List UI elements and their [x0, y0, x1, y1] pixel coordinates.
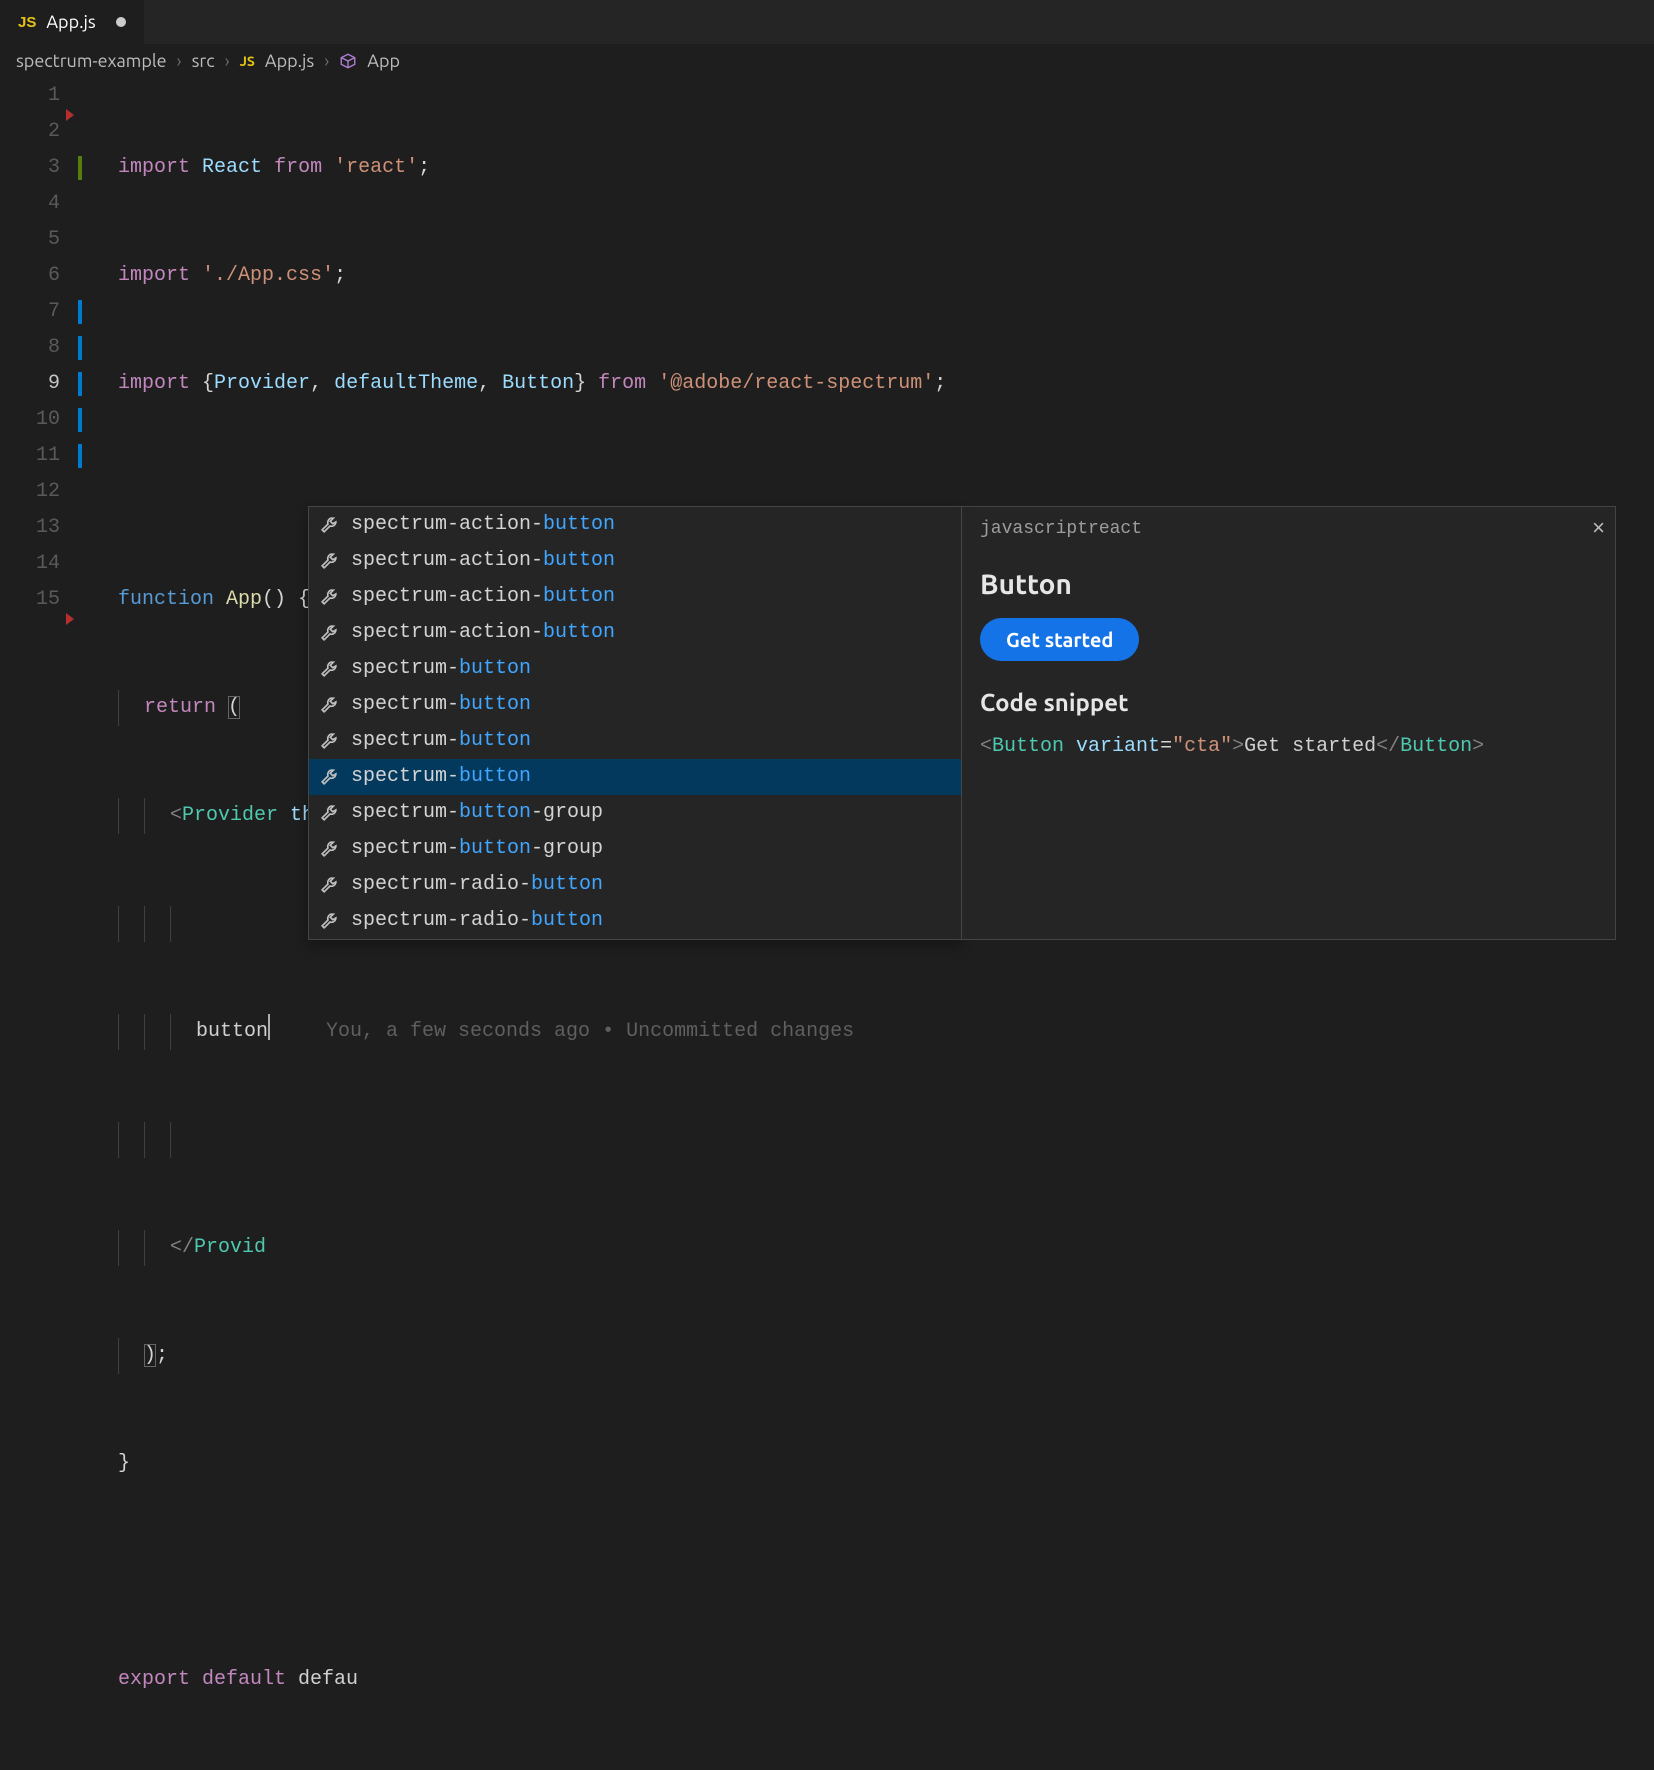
- gitlens-annotation: You, a few seconds ago • Uncommitted cha…: [326, 1020, 854, 1043]
- suggest-item-label: spectrum-radio-button: [351, 903, 603, 939]
- suggest-item-label: spectrum-action-button: [351, 543, 615, 579]
- wrench-icon: [319, 695, 339, 715]
- suggest-item[interactable]: spectrum-action-button: [309, 615, 961, 651]
- wrench-icon: [319, 587, 339, 607]
- wrench-icon: [319, 839, 339, 859]
- tab-appjs[interactable]: JS App.js: [0, 0, 145, 44]
- breadcrumb[interactable]: spectrum-example › src › JS App.js › App: [0, 44, 1654, 78]
- suggest-doc-panel: × javascriptreact Button Get started Cod…: [962, 506, 1616, 940]
- tab-bar: JS App.js: [0, 0, 1654, 44]
- chevron-right-icon: ›: [177, 51, 182, 71]
- suggest-item[interactable]: spectrum-button: [309, 723, 961, 759]
- doc-code-snippet: <Button variant="cta">Get started</Butto…: [980, 732, 1597, 762]
- breadcrumb-item[interactable]: src: [192, 51, 215, 71]
- suggest-item-label: spectrum-button-group: [351, 795, 603, 831]
- suggest-item-label: spectrum-button: [351, 723, 531, 759]
- wrench-icon: [319, 551, 339, 571]
- wrench-icon: [319, 875, 339, 895]
- suggest-item[interactable]: spectrum-action-button: [309, 507, 961, 543]
- wrench-icon: [319, 911, 339, 931]
- suggest-item-label: spectrum-button: [351, 651, 531, 687]
- suggest-item-label: spectrum-radio-button: [351, 867, 603, 903]
- suggest-item[interactable]: spectrum-action-button: [309, 579, 961, 615]
- wrench-icon: [319, 623, 339, 643]
- suggest-item[interactable]: spectrum-radio-button: [309, 867, 961, 903]
- text-cursor: [268, 1014, 270, 1040]
- doc-heading: Button: [980, 569, 1597, 600]
- breadcrumb-symbol[interactable]: App: [367, 51, 400, 71]
- autocomplete-popup: spectrum-action-buttonspectrum-action-bu…: [308, 506, 1616, 940]
- wrench-icon: [319, 767, 339, 787]
- suggest-item[interactable]: spectrum-button: [309, 759, 961, 795]
- breadcrumb-item[interactable]: spectrum-example: [16, 51, 167, 71]
- suggest-item-label: spectrum-action-button: [351, 615, 615, 651]
- cta-button[interactable]: Get started: [980, 618, 1139, 661]
- tab-language-badge: JS: [18, 14, 36, 31]
- wrench-icon: [319, 515, 339, 535]
- tab-modified-dot-icon: [116, 17, 126, 27]
- breadcrumb-file-badge: JS: [240, 53, 255, 69]
- doc-language: javascriptreact: [980, 519, 1597, 539]
- wrench-icon: [319, 731, 339, 751]
- suggest-item-label: spectrum-action-button: [351, 579, 615, 615]
- suggest-item[interactable]: spectrum-button-group: [309, 831, 961, 867]
- suggest-item-label: spectrum-button: [351, 687, 531, 723]
- wrench-icon: [319, 659, 339, 679]
- suggest-item-label: spectrum-button-group: [351, 831, 603, 867]
- suggest-item[interactable]: spectrum-radio-button: [309, 903, 961, 939]
- tab-filename: App.js: [46, 12, 95, 32]
- close-icon[interactable]: ×: [1592, 515, 1605, 541]
- suggest-item[interactable]: spectrum-button: [309, 687, 961, 723]
- breadcrumb-file[interactable]: App.js: [265, 51, 314, 71]
- suggest-list[interactable]: spectrum-action-buttonspectrum-action-bu…: [308, 506, 962, 940]
- suggest-item[interactable]: spectrum-button: [309, 651, 961, 687]
- chevron-right-icon: ›: [225, 51, 230, 71]
- wrench-icon: [319, 803, 339, 823]
- suggest-item[interactable]: spectrum-button-group: [309, 795, 961, 831]
- doc-snippet-heading: Code snippet: [980, 689, 1597, 716]
- suggest-item[interactable]: spectrum-action-button: [309, 543, 961, 579]
- suggest-item-label: spectrum-action-button: [351, 507, 615, 543]
- symbol-package-icon: [339, 51, 363, 71]
- gutter: 123456789101112131415: [0, 78, 88, 886]
- chevron-right-icon: ›: [324, 51, 329, 71]
- suggest-item-label: spectrum-button: [351, 759, 531, 795]
